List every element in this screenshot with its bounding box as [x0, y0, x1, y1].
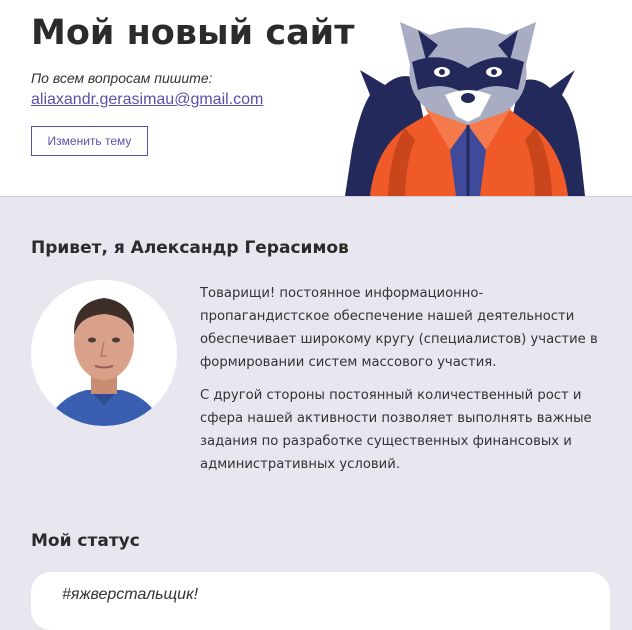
about-heading: Привет, я Александр Герасимов — [31, 238, 349, 258]
about-paragraph-1: Товарищи! постоянное информационно-пропа… — [200, 286, 598, 370]
site-header: Мой новый сайт По всем вопросам пишите: … — [0, 0, 632, 197]
status-heading: Мой статус — [31, 531, 140, 551]
status-text: #яжверстальщик! — [62, 586, 199, 603]
about-text: Товарищи! постоянное информационно-пропа… — [200, 282, 612, 486]
about-paragraph-2: С другой стороны постоянный количественн… — [200, 388, 592, 472]
site-title: Мой новый сайт — [31, 13, 355, 53]
avatar — [31, 280, 177, 426]
status-card: #яжверстальщик! — [31, 572, 610, 630]
contact-text: По всем вопросам пишите: — [31, 70, 213, 86]
email-link[interactable]: aliaxandr.gerasimau@gmail.com — [31, 91, 263, 109]
change-theme-button[interactable]: Изменить тему — [31, 126, 148, 156]
raccoon-mascot-icon — [345, 22, 585, 196]
person-avatar — [31, 280, 177, 426]
